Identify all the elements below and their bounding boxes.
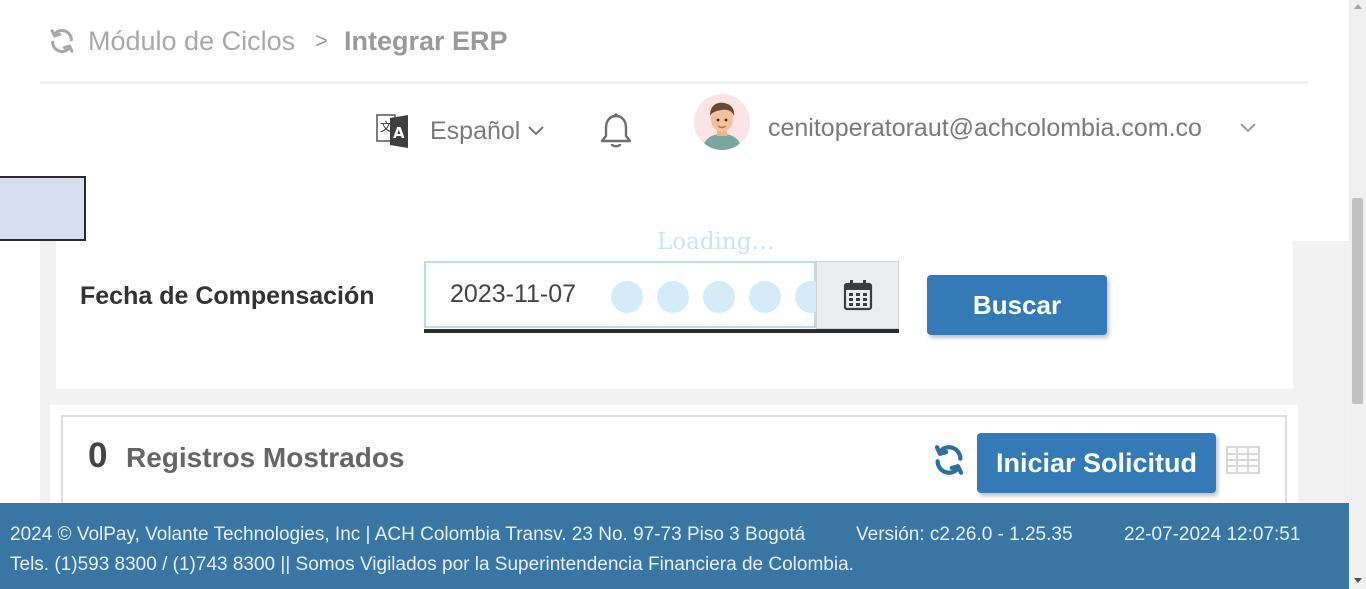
footer-copyright: 2024 © VolPay, Volante Technologies, Inc… <box>10 524 806 545</box>
chevron-right-icon: > <box>315 28 328 53</box>
breadcrumb-current: Integrar ERP <box>343 25 508 56</box>
date-label: Fecha de Compensación <box>80 282 375 310</box>
calendar-button[interactable] <box>816 261 899 329</box>
loading-dot <box>749 281 781 313</box>
svg-text:A: A <box>393 124 405 142</box>
user-menu-chevron-icon[interactable] <box>1240 123 1256 133</box>
scroll-down-arrow-icon[interactable] <box>1354 578 1362 583</box>
loading-dot <box>611 281 643 313</box>
breadcrumb: Módulo de Ciclos > Integrar ERP <box>48 22 508 60</box>
scroll-up-arrow-icon[interactable] <box>1354 4 1362 9</box>
language-selector[interactable]: 文 A Español <box>376 112 545 150</box>
loading-indicator-text: Loading… <box>657 229 775 255</box>
loading-dot <box>703 281 735 313</box>
user-avatar-icon <box>694 94 750 150</box>
chevron-down-icon[interactable] <box>528 126 545 136</box>
footer: 2024 © VolPay, Volante Technologies, Inc… <box>0 503 1349 589</box>
scrollbar-thumb[interactable] <box>1352 198 1363 404</box>
date-input-underline <box>424 329 899 333</box>
breadcrumb-parent[interactable]: Módulo de Ciclos <box>88 26 295 57</box>
user-email[interactable]: cenitoperatoraut@achcolombia.com.co <box>768 114 1202 143</box>
translate-icon: 文 A <box>376 114 408 148</box>
record-count: 0 <box>88 436 108 475</box>
avatar[interactable] <box>694 94 750 150</box>
search-button[interactable]: Buscar <box>927 275 1107 335</box>
calendar-icon <box>843 280 872 311</box>
record-count-label: Registros Mostrados <box>126 442 405 473</box>
footer-version: Versión: c2.26.0 - 1.25.35 <box>856 524 1073 545</box>
focus-overlay <box>0 176 86 241</box>
date-input-value[interactable]: 2023-11-07 <box>450 280 576 309</box>
loading-dot <box>657 281 689 313</box>
language-label[interactable]: Español <box>430 117 520 146</box>
footer-contact: Tels. (1)593 8300 / (1)743 8300 || Somos… <box>10 554 854 575</box>
footer-datetime: 22-07-2024 12:07:51 <box>1124 524 1301 545</box>
grid-view-icon[interactable] <box>1226 446 1260 474</box>
sync-icon[interactable] <box>932 443 966 477</box>
start-request-button[interactable]: Iniciar Solicitud <box>977 433 1216 493</box>
bell-icon[interactable] <box>598 112 634 150</box>
refresh-icon[interactable] <box>48 27 76 55</box>
header-divider <box>40 81 1308 84</box>
